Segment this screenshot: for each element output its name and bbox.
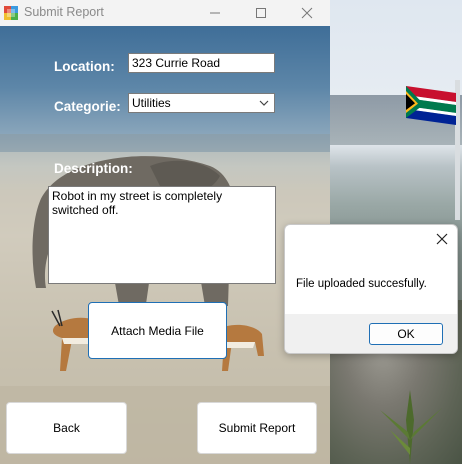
upload-success-dialog: File uploaded succesfully. OK [284,224,458,354]
category-select-value: Utilities [132,96,171,110]
location-label: Location: [54,59,115,74]
attach-media-button[interactable]: Attach Media File [88,302,227,359]
minimize-icon [210,12,220,14]
maximize-button[interactable] [238,0,284,26]
background-plant [380,390,442,464]
chevron-down-icon [259,100,269,106]
maximize-icon [256,8,266,18]
close-icon [301,7,313,19]
close-icon[interactable] [435,232,449,246]
close-button[interactable] [284,0,330,26]
window-title: Submit Report [24,5,104,19]
form-client-area: Location: Categorie: Description: 323 Cu… [0,26,330,464]
description-textarea[interactable]: Robot in my street is completely switche… [48,186,276,284]
submit-report-window: Submit Report Location: Categorie: Descr… [0,0,330,464]
category-select[interactable]: Utilities [128,93,275,113]
dialog-message: File uploaded succesfully. [296,278,427,290]
south-african-flag-image [406,80,460,220]
submit-report-button[interactable]: Submit Report [197,402,317,454]
minimize-button[interactable] [192,0,238,26]
ok-button[interactable]: OK [369,323,443,345]
category-label: Categorie: [54,99,121,114]
title-bar: Submit Report [0,0,330,26]
description-label: Description: [54,161,133,176]
back-button[interactable]: Back [6,402,127,454]
app-icon [4,6,18,20]
location-input[interactable]: 323 Currie Road [128,53,275,73]
